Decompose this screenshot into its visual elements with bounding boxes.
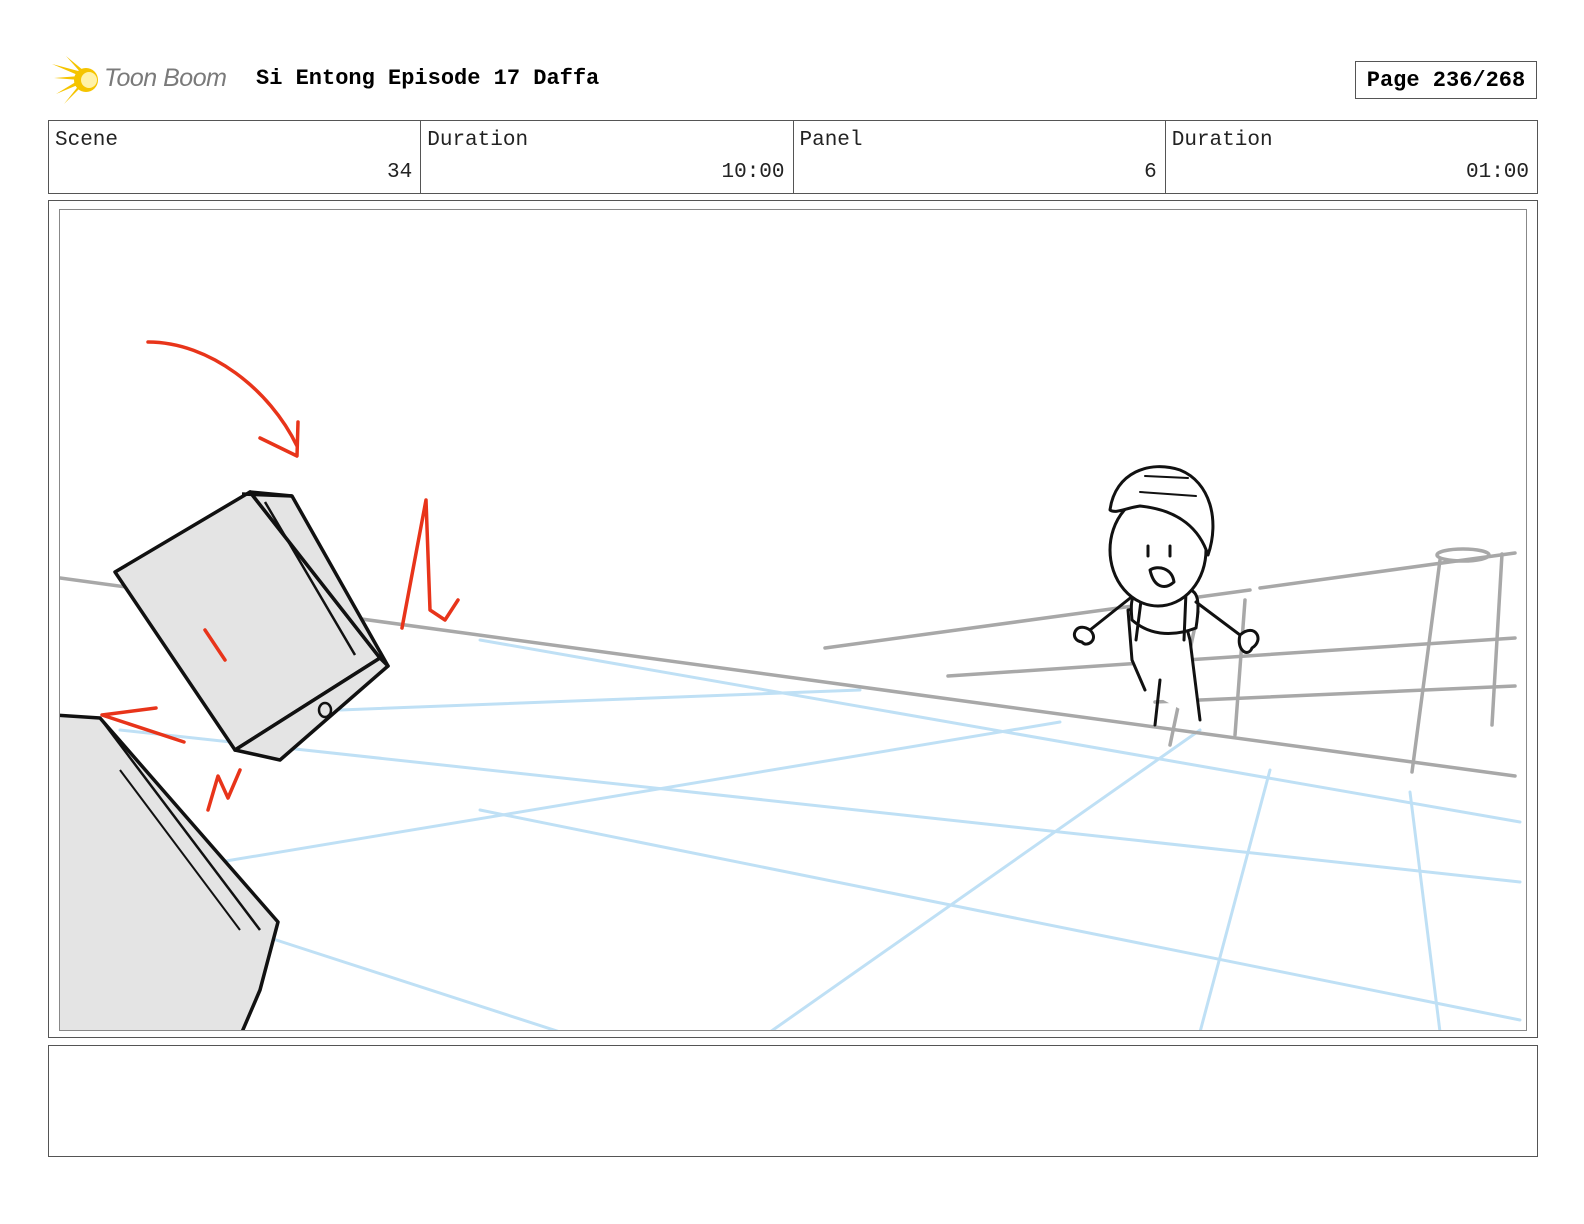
storyboard-sketch	[60, 340, 1522, 1030]
document-title: Si Entong Episode 17 Daffa	[256, 66, 600, 91]
page-number: Page 236/268	[1355, 61, 1537, 99]
panel-value: 6	[1144, 161, 1157, 184]
scene-value: 34	[387, 161, 413, 184]
character-sketch	[1072, 465, 1260, 727]
storyboard-panel	[48, 200, 1538, 1038]
scene-duration-value: 10:00	[721, 161, 785, 184]
panel-duration-label: Duration	[1171, 129, 1273, 152]
panel-label: Panel	[799, 129, 863, 152]
panel-notes-box	[48, 1045, 1538, 1157]
scene-duration-label: Duration	[427, 129, 529, 152]
scene-info-bar: Scene 34 Duration 10:00 Panel 6 Duration…	[48, 120, 1538, 194]
scene-label: Scene	[55, 129, 119, 152]
panel-drawing-area	[59, 209, 1527, 1031]
toon-boom-logo: Toon Boom	[52, 56, 242, 106]
panel-duration-cell: Duration 01:00	[1166, 121, 1537, 193]
panel-duration-value: 01:00	[1465, 161, 1529, 184]
falling-box-sketch	[113, 490, 390, 762]
scene-cell: Scene 34	[49, 121, 422, 193]
foreground-box-sketch	[60, 713, 280, 1030]
sunburst-icon	[52, 56, 98, 104]
scene-duration-cell: Duration 10:00	[421, 121, 794, 193]
panel-cell: Panel 6	[794, 121, 1166, 193]
logo-text: Toon Boom	[104, 64, 227, 92]
